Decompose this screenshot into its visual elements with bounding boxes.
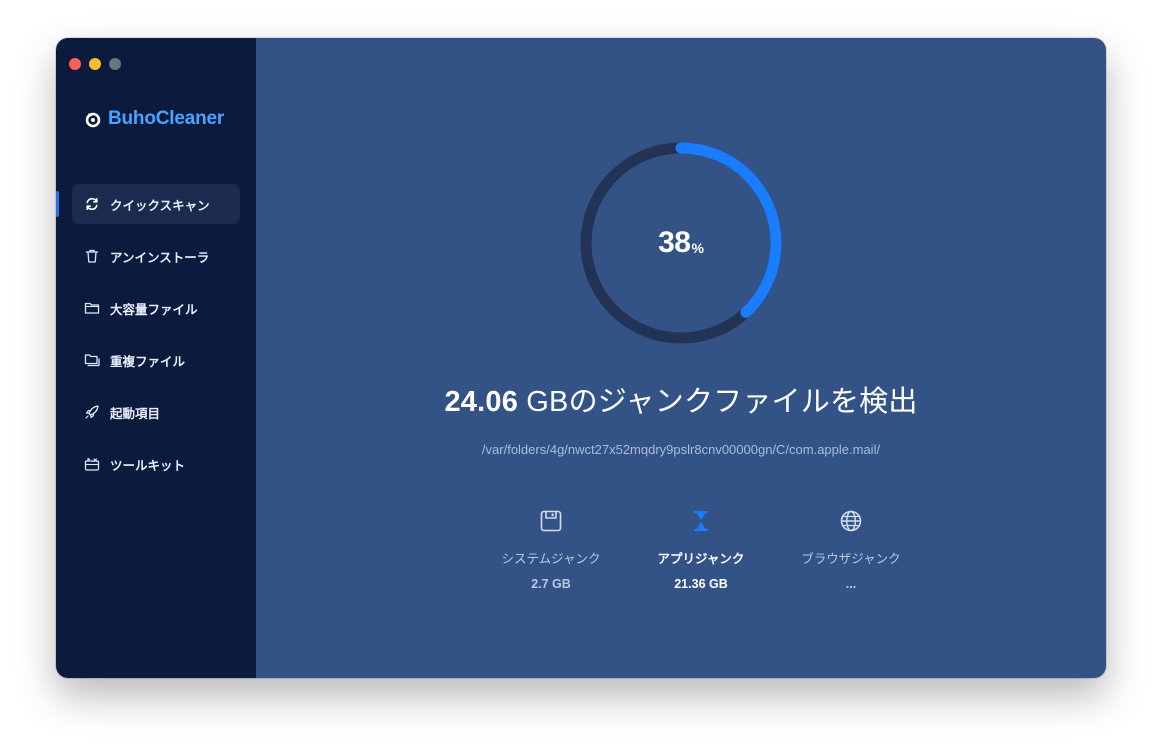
refresh-icon — [84, 196, 100, 212]
main-panel: 38 % 24.06 GBのジャンクファイルを検出 /var/folders/4… — [256, 38, 1106, 678]
scan-progress-ring: 38 % — [580, 142, 782, 344]
category-system-junk: システムジャンク 2.7 GB — [476, 508, 626, 591]
category-app-junk: アプリジャンク 21.36 GB — [626, 508, 776, 591]
sidebar-item-label: ツールキット — [110, 457, 186, 473]
junk-categories: システムジャンク 2.7 GB アプリジャンク 21.36 GB ブラウザジャン… — [476, 508, 926, 591]
sidebar-item-login-items[interactable]: 起動項目 — [72, 392, 240, 432]
current-scan-path: /var/folders/4g/nwct27x52mqdry9pslr8cnv0… — [481, 442, 881, 457]
zoom-button[interactable] — [109, 58, 121, 70]
category-label: アプリジャンク — [657, 551, 745, 566]
folder-icon — [84, 300, 100, 316]
sidebar-item-duplicate-files[interactable]: 重複ファイル — [72, 340, 240, 380]
sidebar-item-label: アンインストーラ — [110, 249, 210, 265]
sidebar-item-label: 大容量ファイル — [110, 301, 198, 317]
progress-unit: % — [691, 240, 704, 256]
sidebar-item-label: 重複ファイル — [110, 353, 186, 369]
category-label: システムジャンク — [501, 551, 601, 566]
junk-total-label: GBのジャンクファイルを検出 — [518, 386, 918, 418]
hourglass-icon — [694, 511, 708, 531]
progress-percent: 38 — [658, 226, 691, 259]
category-size: ... — [845, 577, 857, 591]
category-browser-junk: ブラウザジャンク ... — [776, 508, 926, 591]
sidebar-item-uninstaller[interactable]: アンインストーラ — [72, 236, 240, 276]
category-size: 2.7 GB — [531, 577, 571, 591]
app-window: BuhoCleaner クイックスキャン アンインストーラ 大容量ファイル 重複… — [56, 38, 1106, 678]
sidebar-item-quick-scan[interactable]: クイックスキャン — [56, 184, 240, 224]
sidebar-item-large-files[interactable]: 大容量ファイル — [72, 288, 240, 328]
category-label: ブラウザジャンク — [801, 551, 901, 566]
save-icon — [540, 510, 562, 532]
category-size: 21.36 GB — [674, 577, 728, 591]
duplicate-folder-icon — [84, 352, 100, 368]
owl-logo-icon — [85, 112, 101, 128]
globe-icon — [840, 510, 862, 532]
rocket-icon — [84, 404, 100, 420]
junk-total-amount: 24.06 — [444, 386, 519, 418]
toolbox-icon — [84, 456, 100, 472]
progress-readout: 38 % — [580, 142, 782, 344]
sidebar-item-label: クイックスキャン — [110, 197, 210, 213]
sidebar: BuhoCleaner クイックスキャン アンインストーラ 大容量ファイル 重複… — [56, 38, 256, 678]
app-name: BuhoCleaner — [108, 108, 225, 129]
sidebar-item-toolkit[interactable]: ツールキット — [72, 444, 240, 484]
app-logo: BuhoCleaner — [84, 108, 224, 130]
junk-found-headline: 24.06 GBのジャンクファイルを検出 — [256, 378, 1106, 420]
minimize-button[interactable] — [89, 58, 101, 70]
sidebar-item-label: 起動項目 — [110, 405, 161, 421]
sidebar-nav: クイックスキャン アンインストーラ 大容量ファイル 重複ファイル 起動項目 ツー… — [56, 184, 240, 496]
close-button[interactable] — [69, 58, 81, 70]
traffic-lights — [69, 58, 121, 70]
trash-icon — [84, 248, 100, 264]
